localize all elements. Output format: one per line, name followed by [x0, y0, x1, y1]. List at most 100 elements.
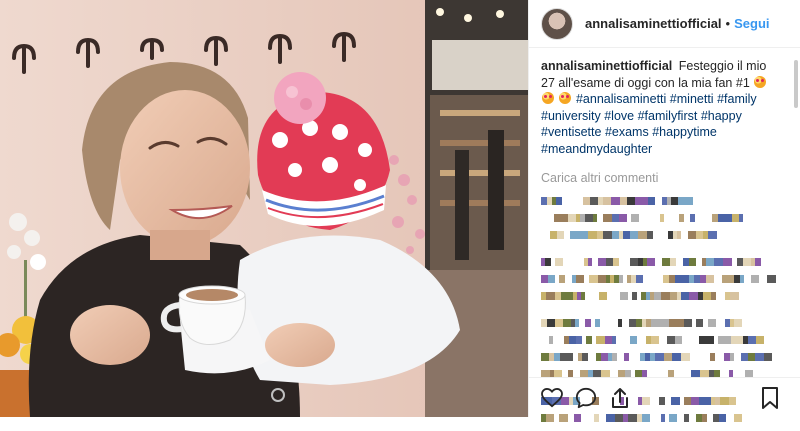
hashtag-link[interactable]: #happy: [701, 109, 742, 123]
pixel-block: [741, 353, 748, 361]
pixel-block: [708, 319, 716, 327]
pixel-block: [655, 258, 662, 266]
pixel-block: [611, 197, 620, 205]
pixelated-comment-row: [541, 258, 789, 266]
pixel-block: [566, 292, 573, 300]
comment-icon[interactable]: [573, 385, 599, 411]
hashtag-link[interactable]: #familyfirst: [638, 109, 698, 123]
pixel-block: [638, 231, 647, 239]
pixel-block: [759, 275, 767, 283]
hashtag-link[interactable]: #love: [604, 109, 634, 123]
pixel-block: [616, 336, 624, 344]
pixel-block: [681, 231, 688, 239]
pixel-block: [695, 353, 704, 361]
pixelated-comment-row: [541, 353, 789, 361]
pixel-block: [588, 231, 597, 239]
caption-username[interactable]: annalisaminettiofficial: [541, 59, 672, 73]
pixel-block: [596, 336, 605, 344]
pixel-block: [603, 214, 612, 222]
pixel-block: [675, 336, 682, 344]
pixel-block: [639, 197, 648, 205]
hashtag-link[interactable]: #minetti: [670, 92, 714, 106]
pixel-block: [715, 353, 724, 361]
avatar[interactable]: [541, 7, 573, 40]
pixel-block: [705, 336, 714, 344]
pixel-block: [637, 336, 646, 344]
pixel-block: [735, 336, 743, 344]
hashtag-link[interactable]: #annalisaminetti: [576, 92, 666, 106]
pixelated-comment-row: [541, 214, 789, 222]
pixel-block: [562, 197, 569, 205]
pixel-block: [603, 197, 611, 205]
hashtag-link[interactable]: #exams: [605, 125, 649, 139]
pixel-block: [541, 336, 549, 344]
pixel-block: [667, 336, 675, 344]
pixel-block: [684, 197, 693, 205]
photo-illustration: [0, 0, 528, 417]
pixel-block: [664, 353, 672, 361]
pixel-block: [590, 292, 599, 300]
pixel-block: [664, 214, 673, 222]
pixel-block: [605, 336, 612, 344]
load-more-comments-link[interactable]: Carica altri commenti: [541, 171, 789, 185]
pixel-block: [681, 292, 689, 300]
pixel-block: [714, 258, 723, 266]
pixel-block: [548, 275, 555, 283]
pixelated-comment-row: [541, 248, 789, 254]
pixel-block: [716, 319, 725, 327]
pixel-block: [629, 319, 636, 327]
hashtag-link[interactable]: #ventisette: [541, 125, 601, 139]
pixel-block: [563, 258, 572, 266]
share-icon[interactable]: [607, 385, 633, 411]
pixel-block: [575, 197, 583, 205]
pixel-block: [555, 319, 563, 327]
pixel-block: [636, 275, 643, 283]
hashtag-link[interactable]: #happytime: [652, 125, 717, 139]
pixel-block: [675, 275, 683, 283]
pixelated-comment-row: [541, 197, 789, 205]
pixel-block: [547, 319, 555, 327]
pixel-block: [612, 231, 619, 239]
pixel-block: [569, 336, 576, 344]
instagram-post: annalisaminettiofficial • Segui annalisa…: [0, 0, 800, 422]
header-username[interactable]: annalisaminettiofficial: [585, 16, 722, 31]
pixel-block: [630, 231, 638, 239]
pixel-block: [723, 336, 731, 344]
pixel-block: [661, 292, 670, 300]
pixel-block: [550, 231, 557, 239]
pixel-block: [648, 214, 656, 222]
pixel-block: [662, 258, 670, 266]
pixel-block: [560, 353, 569, 361]
pixel-block: [565, 275, 572, 283]
pixel-block: [699, 214, 706, 222]
pixel-block: [748, 336, 756, 344]
pixel-block: [617, 353, 624, 361]
pixelated-comment-row: [541, 275, 789, 283]
follow-button[interactable]: Segui: [734, 16, 769, 31]
heart-icon[interactable]: [539, 385, 565, 411]
pixel-block: [599, 292, 607, 300]
pixelated-comment-row: [541, 231, 789, 239]
scrollbar[interactable]: [794, 60, 798, 108]
hashtag-link[interactable]: #university: [541, 109, 601, 123]
pixel-block: [541, 275, 548, 283]
pixel-block: [583, 197, 590, 205]
post-photo[interactable]: [0, 0, 528, 417]
pixel-block: [764, 353, 772, 361]
hashtag-link[interactable]: #family: [717, 92, 757, 106]
pixel-block: [546, 292, 555, 300]
pixel-block: [557, 231, 564, 239]
pixel-block: [689, 292, 698, 300]
pixel-block: [570, 231, 579, 239]
pixel-block: [669, 319, 676, 327]
bookmark-icon[interactable]: [757, 385, 783, 411]
pixel-block: [660, 319, 669, 327]
pixel-block: [598, 275, 606, 283]
pixel-block: [630, 336, 637, 344]
hashtag-link[interactable]: #meandmydaughter: [541, 142, 652, 156]
pixel-block: [631, 214, 639, 222]
pixel-block: [742, 319, 750, 327]
pixel-block: [606, 319, 614, 327]
pixel-block: [557, 336, 564, 344]
pixel-block: [568, 214, 576, 222]
